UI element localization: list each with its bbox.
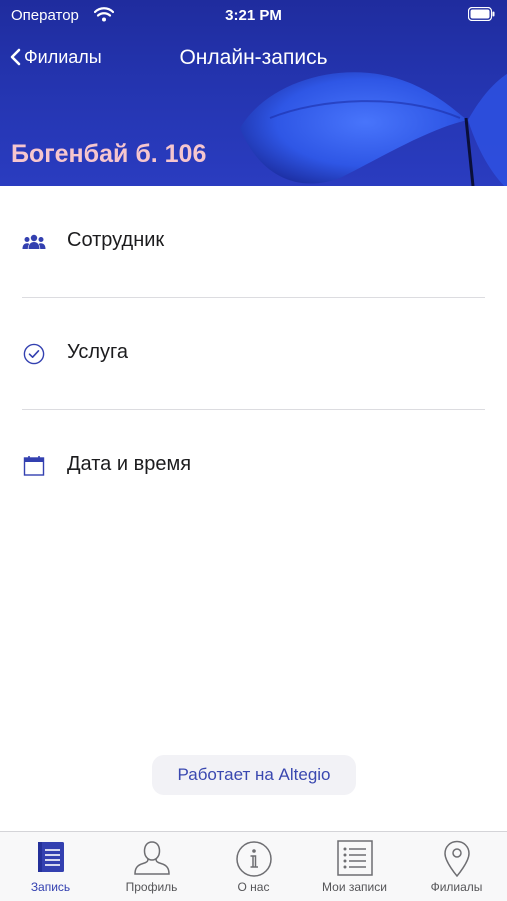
menu-item-date-time[interactable]: Дата и время: [0, 410, 507, 521]
tab-profile[interactable]: Профиль: [101, 832, 202, 901]
tab-my-bookings[interactable]: Мои записи: [304, 832, 405, 901]
booking-menu: Сотрудник Услуга Дата и время: [0, 186, 507, 521]
list-icon: [304, 840, 405, 876]
battery-icon: [468, 7, 495, 21]
tab-branches[interactable]: Филиалы: [406, 832, 507, 901]
tab-bar: Запись Профиль О нас Мои записи Филиалы: [0, 831, 507, 901]
tab-about[interactable]: О нас: [203, 832, 304, 901]
menu-item-staff[interactable]: Сотрудник: [0, 186, 507, 297]
menu-item-label: Услуга: [67, 341, 129, 363]
tab-label: Профиль: [125, 880, 178, 894]
check-circle-icon: [22, 342, 46, 366]
status-bar: Оператор 3:21 PM: [0, 0, 507, 30]
booking-icon: [0, 840, 101, 874]
menu-item-service[interactable]: Услуга: [0, 298, 507, 409]
tab-booking[interactable]: Запись: [0, 832, 101, 901]
page-title: Онлайн-запись: [179, 46, 328, 69]
users-icon: [22, 230, 46, 254]
butterfly-image: [240, 72, 507, 186]
location-pin-icon: [406, 840, 507, 878]
tab-label: Мои записи: [322, 880, 387, 894]
header-banner: Оператор 3:21 PM Филиалы Онлайн-запись Б…: [0, 0, 507, 186]
status-time: 3:21 PM: [225, 7, 282, 24]
powered-by-link[interactable]: Работает на Altegio: [152, 755, 356, 795]
tab-label: Филиалы: [430, 880, 483, 894]
menu-item-label: Сотрудник: [67, 229, 165, 251]
profile-icon: [101, 840, 202, 876]
branch-name: Богенбай б. 106: [11, 140, 207, 168]
tab-label: О нас: [237, 880, 270, 894]
info-icon: [203, 840, 304, 878]
tab-label: Запись: [30, 880, 71, 894]
menu-item-label: Дата и время: [67, 453, 192, 475]
calendar-icon: [22, 454, 46, 478]
